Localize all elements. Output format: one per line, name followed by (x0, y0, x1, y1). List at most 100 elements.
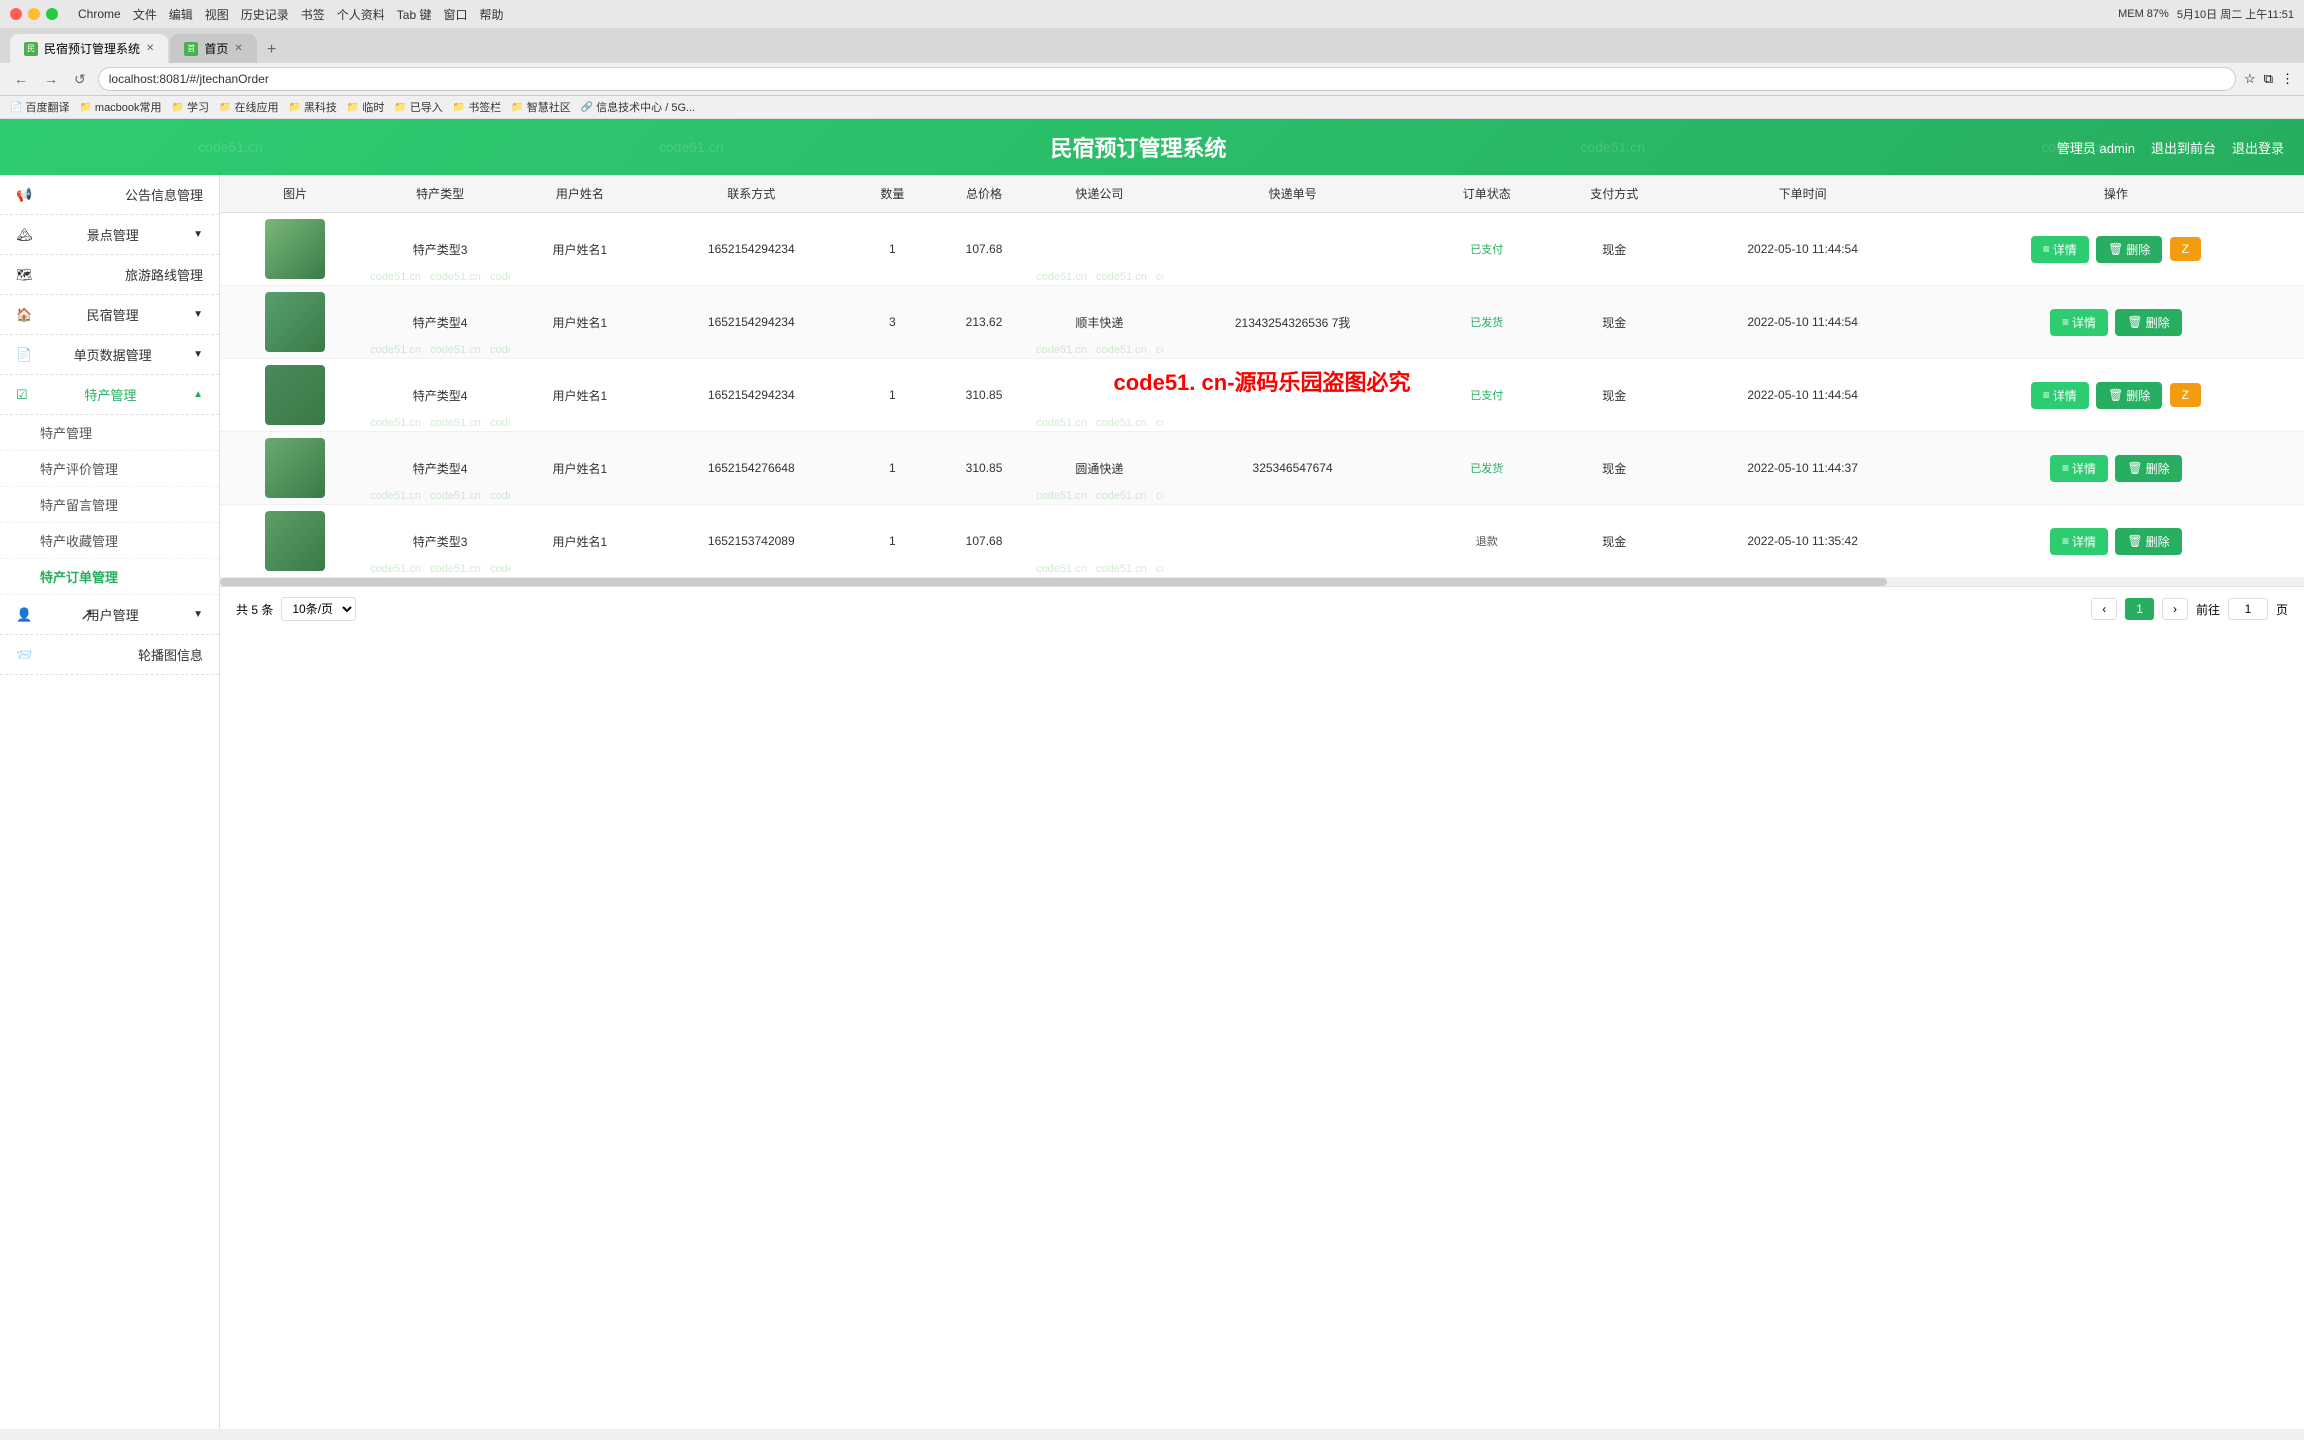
menu-file[interactable]: 文件 (133, 6, 157, 23)
delete-icon-4: 🗑 (2127, 534, 2142, 548)
detail-button-0[interactable]: ≡ 详情 (2031, 236, 2089, 263)
cell-image-4 (220, 505, 370, 578)
cell-qty-1: 3 (853, 286, 932, 359)
browser-chrome: 民 民宿预订管理系统 ✕ 首 首页 ✕ + (0, 28, 2304, 63)
bookmark-label-imported: 已导入 (410, 99, 443, 115)
back-button[interactable]: ← (10, 69, 32, 89)
detail-icon-2: ≡ (2043, 388, 2050, 402)
bookmark-apps[interactable]: 📁 在线应用 (219, 99, 278, 115)
delete-button-2[interactable]: 🗑 删除 (2096, 382, 2162, 409)
menu-window[interactable]: 窗口 (443, 6, 467, 23)
col-trackno: 快递单号 (1163, 175, 1423, 213)
bookmark-smart-city[interactable]: 📁 智慧社区 (511, 99, 570, 115)
menu-help[interactable]: 帮助 (479, 6, 503, 23)
logout-button[interactable]: 退出登录 (2232, 138, 2284, 157)
table-header-row: 图片 特产类型 用户姓名 联系方式 数量 总价格 快递公司 快递单号 订单状态 … (220, 175, 2304, 213)
menu-dots[interactable]: ⋮ (2281, 71, 2294, 87)
app-header: code51.cn code51.cn code51.cn code51.cn … (0, 119, 2304, 175)
delete-button-4[interactable]: 🗑 删除 (2115, 528, 2181, 555)
sidebar-item-announcement[interactable]: 📢 公告信息管理 (0, 175, 219, 215)
tab-bar: 民 民宿预订管理系统 ✕ 首 首页 ✕ + (10, 34, 2294, 63)
sidebar-item-scenic[interactable]: 🏔 景点管理 ▼ (0, 215, 219, 255)
cell-price-2: 310.85 (932, 359, 1036, 432)
bookmark-icon-temp: 📁 (347, 102, 359, 113)
menu-history[interactable]: 历史记录 (241, 6, 289, 23)
chevron-down-icon-scenic: ▼ (193, 229, 203, 240)
menu-bookmarks[interactable]: 书签 (301, 6, 325, 23)
sidebar-item-homestay[interactable]: 🏠 民宿管理 ▼ (0, 295, 219, 335)
table-scrollbar-thumb[interactable] (220, 578, 1887, 586)
bookmark-bar-item[interactable]: 📁 书签栏 (453, 99, 501, 115)
delete-button-0[interactable]: 🗑 删除 (2096, 236, 2162, 263)
bookmark-baidu[interactable]: 📄 百度翻译 (10, 99, 69, 115)
address-input[interactable] (98, 67, 2236, 91)
address-bar: ← → ↺ ☆ ⧉ ⋮ (0, 63, 2304, 96)
sidebar-sub-specialty-message[interactable]: 特产留言管理 (0, 487, 219, 523)
detail-button-1[interactable]: ≡ 详情 (2050, 309, 2108, 336)
sidebar-icon-carousel: 📨 (16, 647, 32, 663)
sidebar-item-user[interactable]: 👤 用户管理 ▼ ↗ (0, 595, 219, 635)
tab-label-home: 首页 (204, 40, 228, 57)
bookmark-star[interactable]: ☆ (2244, 71, 2256, 87)
detail-button-2[interactable]: ≡ 详情 (2031, 382, 2089, 409)
page-1-button[interactable]: 1 (2125, 598, 2154, 620)
chevron-down-icon-homestay: ▼ (193, 309, 203, 320)
menu-tab[interactable]: Tab 键 (397, 6, 432, 23)
menu-view[interactable]: 视图 (205, 6, 229, 23)
header-actions: 管理员 admin 退出到前台 退出登录 (2057, 138, 2284, 157)
sidebar-icon-announcement: 📢 (16, 187, 32, 203)
fullscreen-window-btn[interactable] (46, 8, 58, 20)
cell-express-0: code51.cn code51.cn code51.cn code51.cn … (1036, 213, 1163, 286)
cell-type-3: 特产类型4 code51.cn code51.cn code51.cn code… (370, 432, 510, 505)
sidebar-item-singlepage[interactable]: 📄 单页数据管理 ▼ (0, 335, 219, 375)
extra-button-2[interactable]: Z (2170, 383, 2201, 407)
close-window-btn[interactable] (10, 8, 22, 20)
tab-management[interactable]: 民 民宿预订管理系统 ✕ (10, 34, 168, 63)
forward-button[interactable]: → (40, 69, 62, 89)
prev-page-button[interactable]: ‹ (2091, 598, 2117, 620)
detail-button-3[interactable]: ≡ 详情 (2050, 455, 2108, 482)
extensions-icon[interactable]: ⧉ (2264, 71, 2273, 87)
per-page-select[interactable]: 10条/页 20条/页 50条/页 (281, 597, 356, 621)
refresh-button[interactable]: ↺ (70, 69, 90, 90)
tab-close-home[interactable]: ✕ (234, 43, 242, 54)
cell-status-1: 已发货 (1423, 286, 1551, 359)
sidebar-item-specialty[interactable]: ☑ 特产管理 ▲ (0, 375, 219, 415)
bookmark-macbook[interactable]: 📁 macbook常用 (79, 99, 161, 115)
bookmark-study[interactable]: 📁 学习 (172, 99, 209, 115)
bookmark-icon-study: 📁 (172, 102, 184, 113)
sidebar-sub-specialty-review[interactable]: 特产评价管理 (0, 451, 219, 487)
sidebar-sub-specialty-order[interactable]: 特产订单管理 (0, 559, 219, 595)
cell-username-3: 用户姓名1 (510, 432, 650, 505)
tab-close-management[interactable]: ✕ (146, 43, 154, 54)
delete-button-1[interactable]: 🗑 删除 (2115, 309, 2181, 336)
orders-table: 图片 特产类型 用户姓名 联系方式 数量 总价格 快递公司 快递单号 订单状态 … (220, 175, 2304, 578)
extra-button-0[interactable]: Z (2170, 237, 2201, 261)
goto-page-input[interactable] (2228, 598, 2268, 620)
minimize-window-btn[interactable] (28, 8, 40, 20)
cell-image-3 (220, 432, 370, 505)
tab-home[interactable]: 首 首页 ✕ (170, 34, 256, 63)
mem-indicator: MEM 87% (2118, 8, 2169, 20)
menu-edit[interactable]: 编辑 (169, 6, 193, 23)
bookmark-it-center[interactable]: 🔗 信息技术中心 / 5G... (581, 99, 695, 115)
bookmark-imported[interactable]: 📁 已导入 (394, 99, 442, 115)
new-tab-button[interactable]: + (259, 37, 284, 63)
cell-price-1: 213.62 (932, 286, 1036, 359)
traffic-lights[interactable] (10, 8, 58, 20)
sidebar-item-carousel[interactable]: 📨 轮播图信息 (0, 635, 219, 675)
sidebar-sub-specialty-manage[interactable]: 特产管理 (0, 415, 219, 451)
bookmark-temp[interactable]: 📁 临时 (347, 99, 384, 115)
detail-button-4[interactable]: ≡ 详情 (2050, 528, 2108, 555)
delete-button-3[interactable]: 🗑 删除 (2115, 455, 2181, 482)
system-bar: Chrome 文件 编辑 视图 历史记录 书签 个人资料 Tab 键 窗口 帮助… (0, 0, 2304, 28)
sidebar-item-routes[interactable]: 🗺 旅游路线管理 (0, 255, 219, 295)
bookmark-label-macbook: macbook常用 (95, 99, 162, 115)
next-page-button[interactable]: › (2162, 598, 2188, 620)
bookmark-tech[interactable]: 📁 黑科技 (288, 99, 336, 115)
sidebar-sub-specialty-collection[interactable]: 特产收藏管理 (0, 523, 219, 559)
menu-profile[interactable]: 个人资料 (337, 6, 385, 23)
goto-front-button[interactable]: 退出到前台 (2151, 138, 2216, 157)
table-scrollbar[interactable] (220, 578, 2304, 586)
product-image-2 (265, 365, 325, 425)
